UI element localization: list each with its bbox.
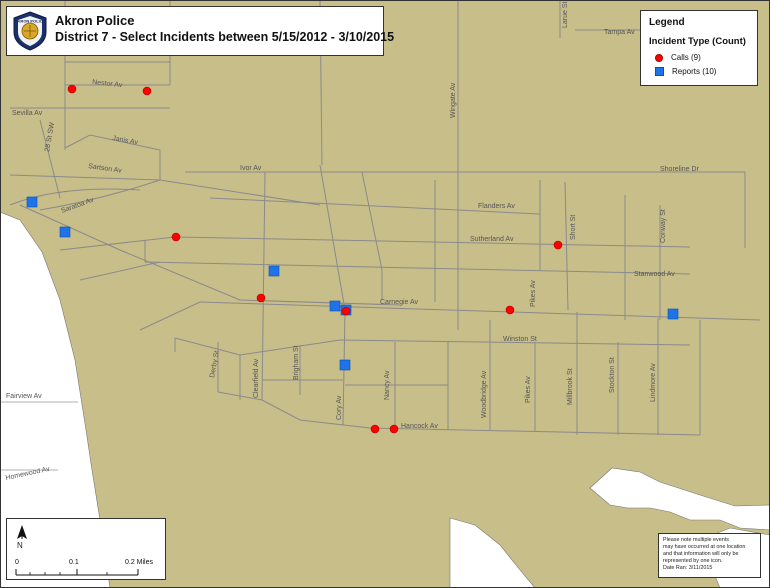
street-label-hancock: Hancock Av <box>401 423 438 430</box>
scale-tick-2: 0.2 Miles <box>125 559 154 566</box>
street-label-carnegie: Carnegie Av <box>380 299 419 306</box>
report-marker[interactable] <box>59 226 71 238</box>
report-marker[interactable] <box>268 265 280 277</box>
street-label-brigham: Brigham St <box>293 345 300 380</box>
scale-tick-1: 0.1 <box>69 559 79 566</box>
street-label-short: Short St <box>570 215 577 240</box>
legend-subtitle: Incident Type (Count) <box>649 36 746 47</box>
legend-item-reports: Reports (10) <box>655 67 716 76</box>
call-marker[interactable] <box>142 86 152 96</box>
call-marker[interactable] <box>256 293 266 303</box>
legend-item-calls: Calls (9) <box>655 53 701 62</box>
legend-item-label: Reports (10) <box>672 67 717 76</box>
note-line: Date Ran: 3/11/2015 <box>663 565 713 572</box>
call-marker[interactable] <box>370 424 380 434</box>
note-line: and that information will only be <box>663 551 739 558</box>
street-label-stanwood: Stanwood Av <box>634 271 675 278</box>
street-label-clearfield: Clearfield Av <box>253 358 260 398</box>
street-label-sutherland: Sutherland Av <box>470 236 514 243</box>
street-label-pikes-lower: Pikes Av <box>525 376 532 403</box>
disclaimer-note: Please note multiple events may have occ… <box>658 533 761 578</box>
call-marker[interactable] <box>505 305 515 315</box>
map-subtitle: District 7 - Select Incidents between 5/… <box>55 30 395 44</box>
report-marker[interactable] <box>339 359 351 371</box>
street-label-tampa: Tampa Av <box>604 29 635 36</box>
svg-text:AKRON POLICE: AKRON POLICE <box>15 19 46 24</box>
street-label-cory: Cory Av <box>336 395 343 420</box>
report-marker[interactable] <box>26 196 38 208</box>
red-dot-icon <box>655 53 663 62</box>
call-marker[interactable] <box>67 84 77 94</box>
note-line: may have occurred at one location <box>663 544 746 551</box>
scale-bar <box>15 569 139 576</box>
note-line: represented by one icon. <box>663 558 723 565</box>
street-label-ivor: Ivor Av <box>240 165 262 172</box>
note-line: Please note multiple events <box>663 537 729 543</box>
north-label: N <box>17 541 23 550</box>
title-panel: AKRON POLICE Akron Police District 7 - S… <box>6 6 394 56</box>
call-marker[interactable] <box>171 232 181 242</box>
street-label-stockton: Stockton St <box>609 357 616 393</box>
street-label-flanders: Flanders Av <box>478 203 515 210</box>
street-label-wingate: Wingate Av <box>450 82 457 118</box>
police-badge-logo: AKRON POLICE <box>13 11 47 51</box>
street-label-larue: Larue St <box>562 1 569 28</box>
map-canvas[interactable]: Larue St Tampa Av Weiser Av Nestor Av Se… <box>0 0 770 588</box>
report-marker[interactable] <box>667 308 679 320</box>
street-label-shoreline: Shoreline Dr <box>660 166 700 173</box>
street-label-lindmore: Lindmore Av <box>650 363 657 402</box>
legend-item-label: Calls (9) <box>671 53 701 62</box>
call-marker[interactable] <box>341 306 351 316</box>
call-marker[interactable] <box>389 424 399 434</box>
scale-panel: N 0 0.1 0.2 Miles <box>6 518 166 580</box>
call-marker[interactable] <box>553 240 563 250</box>
map-title: Akron Police <box>55 13 135 28</box>
scale-tick-0: 0 <box>15 559 19 566</box>
street-label-winston: Winston St <box>503 336 537 343</box>
street-label-pikes-upper: Pikes Av <box>530 280 537 307</box>
legend-title: Legend <box>649 17 685 28</box>
report-marker[interactable] <box>329 300 341 312</box>
street-label-fairview: Fairview Av <box>6 393 42 400</box>
street-label-woodbridge: Woodbridge Av <box>481 370 488 418</box>
blue-square-icon <box>655 67 664 76</box>
street-label-nancy: Nancy Av <box>384 370 391 400</box>
street-label-millbrook: Millbrook St <box>567 368 574 405</box>
street-label-sevilla: Sevilla Av <box>12 110 43 117</box>
legend-panel: Legend Incident Type (Count) Calls (9) R… <box>640 10 758 86</box>
street-label-conway: Conway St <box>660 209 667 243</box>
